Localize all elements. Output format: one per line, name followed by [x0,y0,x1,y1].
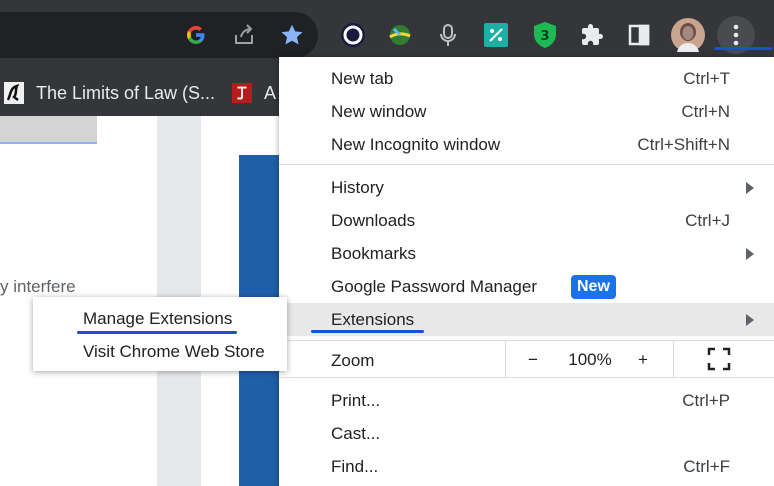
svg-text:3: 3 [540,29,549,44]
puzzle-icon[interactable] [577,20,607,50]
menu-item-shortcut: Ctrl+T [683,68,730,88]
fullscreen-button[interactable] [707,347,731,371]
menu-item-label: Extensions [331,309,415,329]
menu-divider [279,377,774,378]
bookmark-item[interactable]: A [232,70,276,116]
share-icon[interactable] [229,20,259,50]
extension-globe-icon[interactable] [385,20,415,50]
menu-item-cast[interactable]: Cast... [279,417,774,450]
zoom-divider [505,341,506,377]
submenu-arrow-icon [746,313,754,326]
menu-item-history[interactable]: History [279,171,774,204]
menu-item-shortcut: Ctrl+J [685,210,730,230]
extension-teal-icon[interactable] [481,20,511,50]
zoom-divider [673,341,674,377]
menu-item-print[interactable]: Print... Ctrl+P [279,384,774,417]
side-panel-icon[interactable] [624,20,654,50]
extensions-submenu: Manage Extensions Visit Chrome Web Store [33,297,287,371]
menu-item-downloads[interactable]: Downloads Ctrl+J [279,204,774,237]
page-text-fragment: y interfere [0,277,76,296]
zoom-level: 100% [568,350,612,369]
extensions-underline [311,330,424,333]
zoom-in-button[interactable]: + [631,347,655,373]
address-bar[interactable] [0,12,318,58]
menu-item-label: Cast... [331,423,381,443]
menu-item-new-tab[interactable]: New tab Ctrl+T [279,62,774,95]
menu-item-find[interactable]: Find... Ctrl+F [279,450,774,483]
manage-extensions-item[interactable]: Manage Extensions [83,309,232,329]
microphone-icon[interactable] [433,20,463,50]
submenu-arrow-icon [746,247,754,260]
bookmark-favicon-icon [4,82,24,104]
menu-item-label: New tab [331,68,394,88]
menu-item-shortcut: Ctrl+N [681,101,730,121]
menu-item-label: Find... [331,456,379,476]
menu-divider [279,340,774,341]
menu-item-label: Zoom [331,351,375,370]
menu-item-label: New Incognito window [331,134,501,154]
page-image-fragment [0,116,97,144]
bookmark-label: The Limits of Law (S... [36,82,216,103]
menu-item-label: New window [331,101,427,121]
menu-item-label: Print... [331,390,381,410]
bookmark-star-icon[interactable] [277,20,307,50]
bookmark-favicon-icon [232,82,252,104]
menu-item-password-manager[interactable]: Google Password Manager [279,270,774,303]
menu-item-label: Google Password Manager [331,276,538,296]
menu-item-label: Bookmarks [331,243,417,263]
menu-button-underline [714,47,772,50]
chrome-menu: New tab Ctrl+T New window Ctrl+N New Inc… [279,57,774,486]
avatar[interactable] [671,18,705,52]
manage-extensions-underline [77,331,237,334]
zoom-out-button[interactable]: − [521,347,545,373]
bookmark-item[interactable]: The Limits of Law (S... [4,70,215,116]
extension-green-shield-icon[interactable]: 3 [530,20,560,50]
menu-item-label: Downloads [331,210,416,230]
bookmark-label: A [264,82,277,103]
menu-item-shortcut: Ctrl+F [683,456,730,476]
submenu-arrow-icon [746,181,754,194]
new-badge: New [571,275,616,299]
menu-item-new-window[interactable]: New window Ctrl+N [279,95,774,128]
visit-chrome-web-store-item[interactable]: Visit Chrome Web Store [83,342,265,362]
menu-item-label: History [331,177,384,197]
menu-item-new-incognito[interactable]: New Incognito window Ctrl+Shift+N [279,128,774,161]
menu-item-shortcut: Ctrl+Shift+N [637,134,730,154]
menu-divider [279,164,774,165]
google-icon[interactable] [181,20,211,50]
menu-item-bookmarks[interactable]: Bookmarks [279,237,774,270]
extension-circle-icon[interactable] [338,20,368,50]
fullscreen-icon [707,347,731,371]
menu-item-shortcut: Ctrl+P [682,390,730,410]
